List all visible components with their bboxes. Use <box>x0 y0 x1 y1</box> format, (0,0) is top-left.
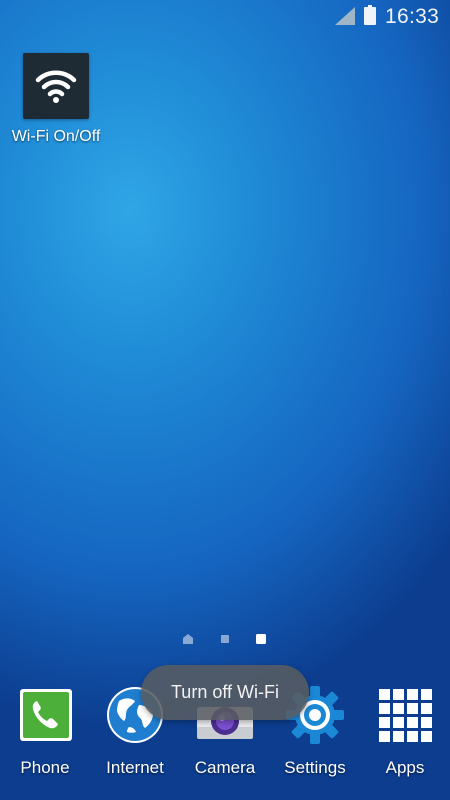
page-indicator-home-icon[interactable] <box>183 634 193 644</box>
page-indicator-dot-active[interactable] <box>256 634 266 644</box>
page-indicator[interactable] <box>180 632 270 646</box>
dock-label-internet: Internet <box>106 758 164 777</box>
dock-label-phone: Phone <box>20 758 70 777</box>
phone-icon[interactable] <box>15 685 75 745</box>
dock-label-apps: Apps <box>385 758 425 777</box>
dock-label-camera: Camera <box>194 758 256 777</box>
wifi-toggle-widget[interactable]: Wi-Fi On/Off <box>6 53 106 146</box>
home-screen: 16:33 Wi-Fi On/Off Phone Internet Camera… <box>0 0 450 800</box>
status-bar[interactable]: 16:33 <box>0 0 450 32</box>
apps-grid-icon[interactable] <box>375 685 435 745</box>
toast-message: Turn off Wi-Fi <box>141 665 309 720</box>
page-indicator-dots <box>183 634 266 644</box>
page-indicator-dot[interactable] <box>221 635 229 643</box>
battery-icon <box>364 5 376 25</box>
wifi-icon <box>35 70 77 103</box>
signal-strength-icon <box>335 7 355 25</box>
status-clock: 16:33 <box>385 5 440 28</box>
wifi-widget-label: Wi-Fi On/Off <box>11 128 101 145</box>
dock-item-phone[interactable]: Phone <box>0 685 90 778</box>
dock-item-apps[interactable]: Apps <box>360 685 450 778</box>
dock-label-settings: Settings <box>284 758 346 777</box>
wifi-widget-tile[interactable] <box>23 53 89 119</box>
